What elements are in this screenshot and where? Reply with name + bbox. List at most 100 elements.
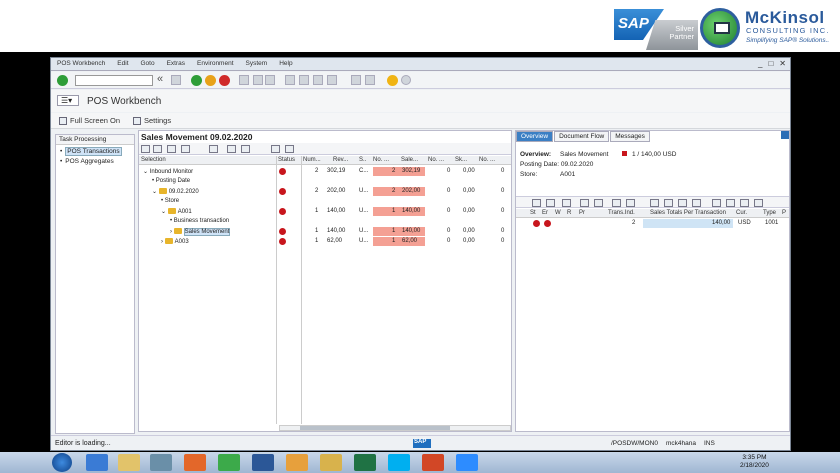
menu-item[interactable]: System: [240, 60, 274, 67]
sap-logon-icon[interactable]: [320, 454, 342, 471]
firefox-icon[interactable]: [184, 454, 206, 471]
layout-icon[interactable]: [241, 145, 250, 153]
column-header[interactable]: Rev...: [333, 157, 348, 163]
close-icon[interactable]: ✕: [779, 59, 786, 68]
column-header[interactable]: No. ...: [428, 157, 444, 163]
gear-icon[interactable]: [401, 75, 411, 85]
export-icon[interactable]: [227, 145, 236, 153]
column-header[interactable]: Er: [542, 210, 548, 216]
tree-node[interactable]: • Business transaction: [170, 218, 229, 224]
tree-node[interactable]: • Store: [161, 198, 179, 204]
column-header[interactable]: P: [782, 210, 786, 216]
column-header[interactable]: Sale...: [401, 157, 418, 163]
copy3-icon[interactable]: [692, 199, 701, 207]
cancel-icon[interactable]: [219, 75, 230, 86]
tree-node[interactable]: • Posting Date: [152, 178, 190, 184]
column-header[interactable]: Sk...: [455, 157, 467, 163]
print-icon[interactable]: [612, 199, 621, 207]
help-icon[interactable]: [387, 75, 398, 86]
menu-item[interactable]: Goto: [135, 60, 161, 67]
session-info[interactable]: /POSDW/MON0: [611, 440, 658, 447]
column-header[interactable]: Num...: [303, 157, 321, 163]
expand-arrow-icon[interactable]: ⌄: [143, 169, 150, 175]
document-icon[interactable]: [650, 199, 659, 207]
chrome-icon[interactable]: [218, 454, 240, 471]
tree-row[interactable]: › A003 1 62,00 U... 1 62,00 0 0,00 0: [139, 237, 511, 247]
expand-all-icon[interactable]: [141, 145, 150, 153]
settings-button[interactable]: Settings: [133, 116, 171, 125]
menu-item[interactable]: Edit: [111, 60, 134, 67]
menu-item[interactable]: Help: [273, 60, 298, 67]
tree-row[interactable]: ⌄ A001 1 140,00 U... 1 140,00 0 0,00 0: [139, 207, 511, 217]
column-header[interactable]: Cur.: [736, 210, 747, 216]
find-icon[interactable]: [580, 199, 589, 207]
save-icon[interactable]: [171, 75, 181, 85]
shortcut-icon[interactable]: [365, 75, 375, 85]
next-page-icon[interactable]: [313, 75, 323, 85]
tree-node[interactable]: ⌄ A001: [161, 208, 192, 215]
maximize-icon[interactable]: □: [768, 59, 773, 68]
horizontal-scrollbar[interactable]: [279, 425, 511, 431]
print-icon[interactable]: [209, 145, 218, 153]
column-header[interactable]: Pr: [579, 210, 585, 216]
last-page-icon[interactable]: [327, 75, 337, 85]
excel-icon[interactable]: [354, 454, 376, 471]
internet-explorer-icon[interactable]: [86, 454, 108, 471]
column-header[interactable]: Trans.Ind.: [608, 210, 635, 216]
tree-node[interactable]: ⌄ 09.02.2020: [152, 188, 199, 195]
system-clock[interactable]: 3:35 PM 2/18/2020: [740, 454, 769, 470]
column-header[interactable]: No. ...: [479, 157, 495, 163]
tree-row[interactable]: ⌄ 09.02.2020 2 202,00 U... 2 202,00 0 0,00 0: [139, 187, 511, 197]
tree-row[interactable]: • Posting Date: [139, 177, 511, 187]
find-next-icon[interactable]: [265, 75, 275, 85]
tree-row[interactable]: › Sales Movement 1 140,00 U... 1 140,00 0 0,00 0: [139, 227, 511, 237]
tree-node[interactable]: › Sales Movement: [170, 228, 231, 236]
enter-check-icon[interactable]: [57, 75, 68, 86]
previous-page-icon[interactable]: [299, 75, 309, 85]
media-player-icon[interactable]: [150, 454, 172, 471]
expand-arrow-icon[interactable]: ⌄: [161, 209, 168, 215]
menu-item[interactable]: POS Workbench: [51, 60, 111, 67]
column-header[interactable]: W: [555, 210, 561, 216]
column-header[interactable]: No. ...: [373, 157, 389, 163]
zoom-icon[interactable]: [456, 454, 478, 471]
menu-item[interactable]: Environment: [191, 60, 240, 67]
expand-arrow-icon[interactable]: ⌄: [152, 189, 159, 195]
export-icon[interactable]: [626, 199, 635, 207]
minimize-icon[interactable]: _: [758, 59, 762, 68]
column-header[interactable]: Status: [278, 157, 295, 163]
first-page-icon[interactable]: [285, 75, 295, 85]
sidebar-item[interactable]: • POS Aggregates: [56, 156, 134, 165]
find-icon[interactable]: [253, 75, 263, 85]
sort-down-icon[interactable]: [271, 145, 280, 153]
new-session-icon[interactable]: [351, 75, 361, 85]
details-icon[interactable]: [532, 199, 541, 207]
outlook-icon[interactable]: [286, 454, 308, 471]
refresh-icon[interactable]: [167, 145, 176, 153]
file-explorer-icon[interactable]: [118, 454, 140, 471]
copy-icon[interactable]: [664, 199, 673, 207]
refresh-icon[interactable]: [754, 199, 763, 207]
menu-button[interactable]: ☰▾: [57, 95, 79, 106]
back-double-chevron-icon[interactable]: «: [157, 73, 163, 85]
tree-node[interactable]: › A003: [161, 238, 189, 245]
back-icon[interactable]: [191, 75, 202, 86]
column-header[interactable]: Sales Totals Per Transaction: [650, 210, 726, 216]
windows-start-icon[interactable]: [52, 453, 72, 472]
sum-icon[interactable]: [594, 199, 603, 207]
tree-row[interactable]: • Store: [139, 197, 511, 207]
menu-item[interactable]: Extras: [161, 60, 191, 67]
process-icon[interactable]: [726, 199, 735, 207]
close-pane-icon[interactable]: [781, 131, 789, 139]
command-field[interactable]: [75, 75, 153, 86]
find-icon[interactable]: [181, 145, 190, 153]
tab[interactable]: Document Flow: [554, 131, 610, 142]
column-header[interactable]: S..: [359, 157, 366, 163]
column-header[interactable]: Selection: [141, 157, 166, 163]
tree-row[interactable]: • Business transaction: [139, 217, 511, 227]
tab[interactable]: Messages: [610, 131, 650, 142]
table-row[interactable]: 2 140,00 USD 1001: [516, 219, 789, 229]
exit-icon[interactable]: [205, 75, 216, 86]
sidebar-item[interactable]: • POS Transactions: [56, 145, 134, 156]
column-header[interactable]: St: [530, 210, 536, 216]
